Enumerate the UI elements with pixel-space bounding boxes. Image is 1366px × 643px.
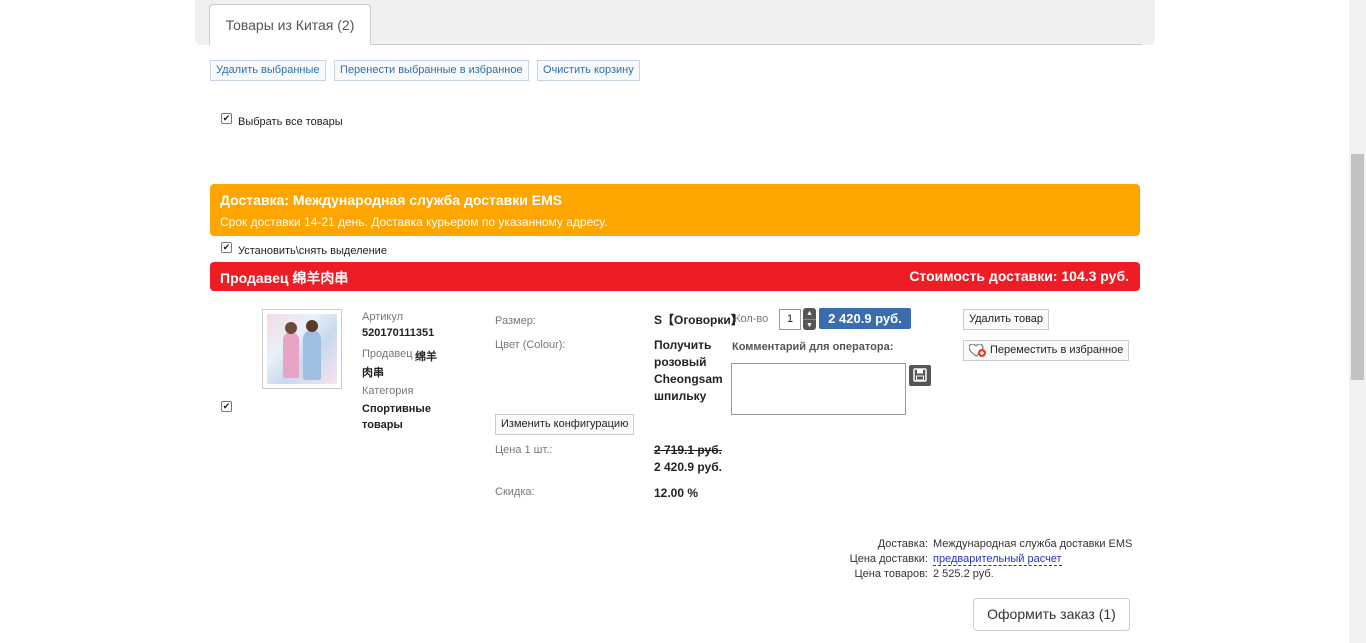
heart-icon	[969, 344, 986, 357]
category-label: Категория	[362, 385, 414, 397]
qty-down-icon[interactable]: ▼	[803, 319, 816, 330]
seller-bar: Продавец 绵羊肉串 Стоимость доставки: 104.3 …	[210, 262, 1140, 291]
unit-price-old: 2 719.1 руб.	[654, 443, 722, 457]
item-total-price: 2 420.9 руб.	[819, 308, 911, 329]
discount-label: Скидка:	[495, 486, 535, 498]
delete-selected-button[interactable]: Удалить выбранные	[210, 60, 326, 81]
color-value: Получить розовый Cheongsam шпильку	[654, 338, 723, 403]
comment-textarea[interactable]	[731, 363, 906, 415]
move-selected-to-favorites-button[interactable]: Перенести выбранные в избранное	[334, 60, 529, 81]
item-seller-value: 绵羊	[415, 351, 437, 363]
delivery-subtitle: Срок доставки 14-21 день. Доставка курье…	[220, 215, 608, 229]
item-checkbox[interactable]: ✔	[221, 401, 232, 412]
qty-label: Кол-во:	[731, 313, 769, 325]
toggle-selection-checkbox[interactable]: ✔	[221, 242, 232, 253]
toggle-selection-label: Установить\снять выделение	[238, 245, 387, 257]
select-all-label: Выбрать все товары	[238, 116, 343, 128]
discount-value: 12.00 %	[654, 486, 699, 500]
summary-delivery-value: Международная служба доставки EMS	[933, 538, 1133, 550]
comment-label: Комментарий для оператора:	[732, 341, 894, 353]
product-photo	[267, 314, 337, 384]
scrollbar-thumb[interactable]	[1351, 154, 1364, 380]
checkout-button[interactable]: Оформить заказ (1)	[973, 598, 1130, 631]
select-all-checkbox[interactable]: ✔	[221, 113, 232, 124]
summary-goods-price-label: Цена товаров:	[854, 568, 928, 580]
article-label: Артикул	[362, 311, 404, 323]
move-item-to-favorites-button[interactable]: Переместить в избранное	[963, 340, 1130, 361]
shipping-cost: Стоимость доставки: 104.3 руб.	[909, 268, 1129, 284]
summary-delivery-label: Доставка:	[877, 538, 928, 550]
summary-delivery-price-label: Цена доставки:	[849, 553, 928, 565]
page-scrollbar[interactable]	[1349, 0, 1366, 643]
qty-up-icon[interactable]: ▲	[803, 308, 816, 319]
summary-goods-price-value: 2 525.2 руб.	[933, 568, 994, 580]
tab-china-goods[interactable]: Товары из Китая (2)	[209, 4, 371, 45]
delivery-bar: Доставка: Международная служба доставки …	[210, 184, 1140, 236]
category-value: Спортивные товары	[362, 403, 431, 431]
unit-price-new: 2 420.9 руб.	[654, 460, 722, 474]
item-seller-label: Продавец	[362, 348, 413, 360]
quantity-stepper[interactable]: ▲ ▼	[803, 308, 816, 330]
item-seller-value-2: 肉串	[362, 367, 384, 379]
delivery-title: Доставка: Международная служба доставки …	[220, 192, 563, 208]
delete-item-button[interactable]: Удалить товар	[963, 309, 1050, 330]
color-label: Цвет (Colour):	[495, 339, 566, 351]
size-value: S【Оговорки】	[654, 313, 743, 327]
delivery-estimate-link[interactable]: предварительный расчет	[933, 553, 1062, 566]
floppy-disk-icon	[913, 368, 927, 382]
size-label: Размер:	[495, 315, 536, 327]
quantity-input[interactable]: 1	[779, 309, 801, 330]
unit-price-label: Цена 1 шт.:	[495, 444, 553, 456]
change-config-button[interactable]: Изменить конфигурацию	[495, 414, 635, 435]
clear-cart-button[interactable]: Очистить корзину	[537, 60, 640, 81]
move-to-favorites-label: Переместить в избранное	[990, 344, 1124, 356]
product-image[interactable]	[262, 309, 342, 389]
seller-name: Продавец 绵羊肉串	[220, 270, 349, 286]
article-value: 520170111351	[362, 327, 435, 339]
save-comment-button[interactable]	[909, 365, 931, 386]
